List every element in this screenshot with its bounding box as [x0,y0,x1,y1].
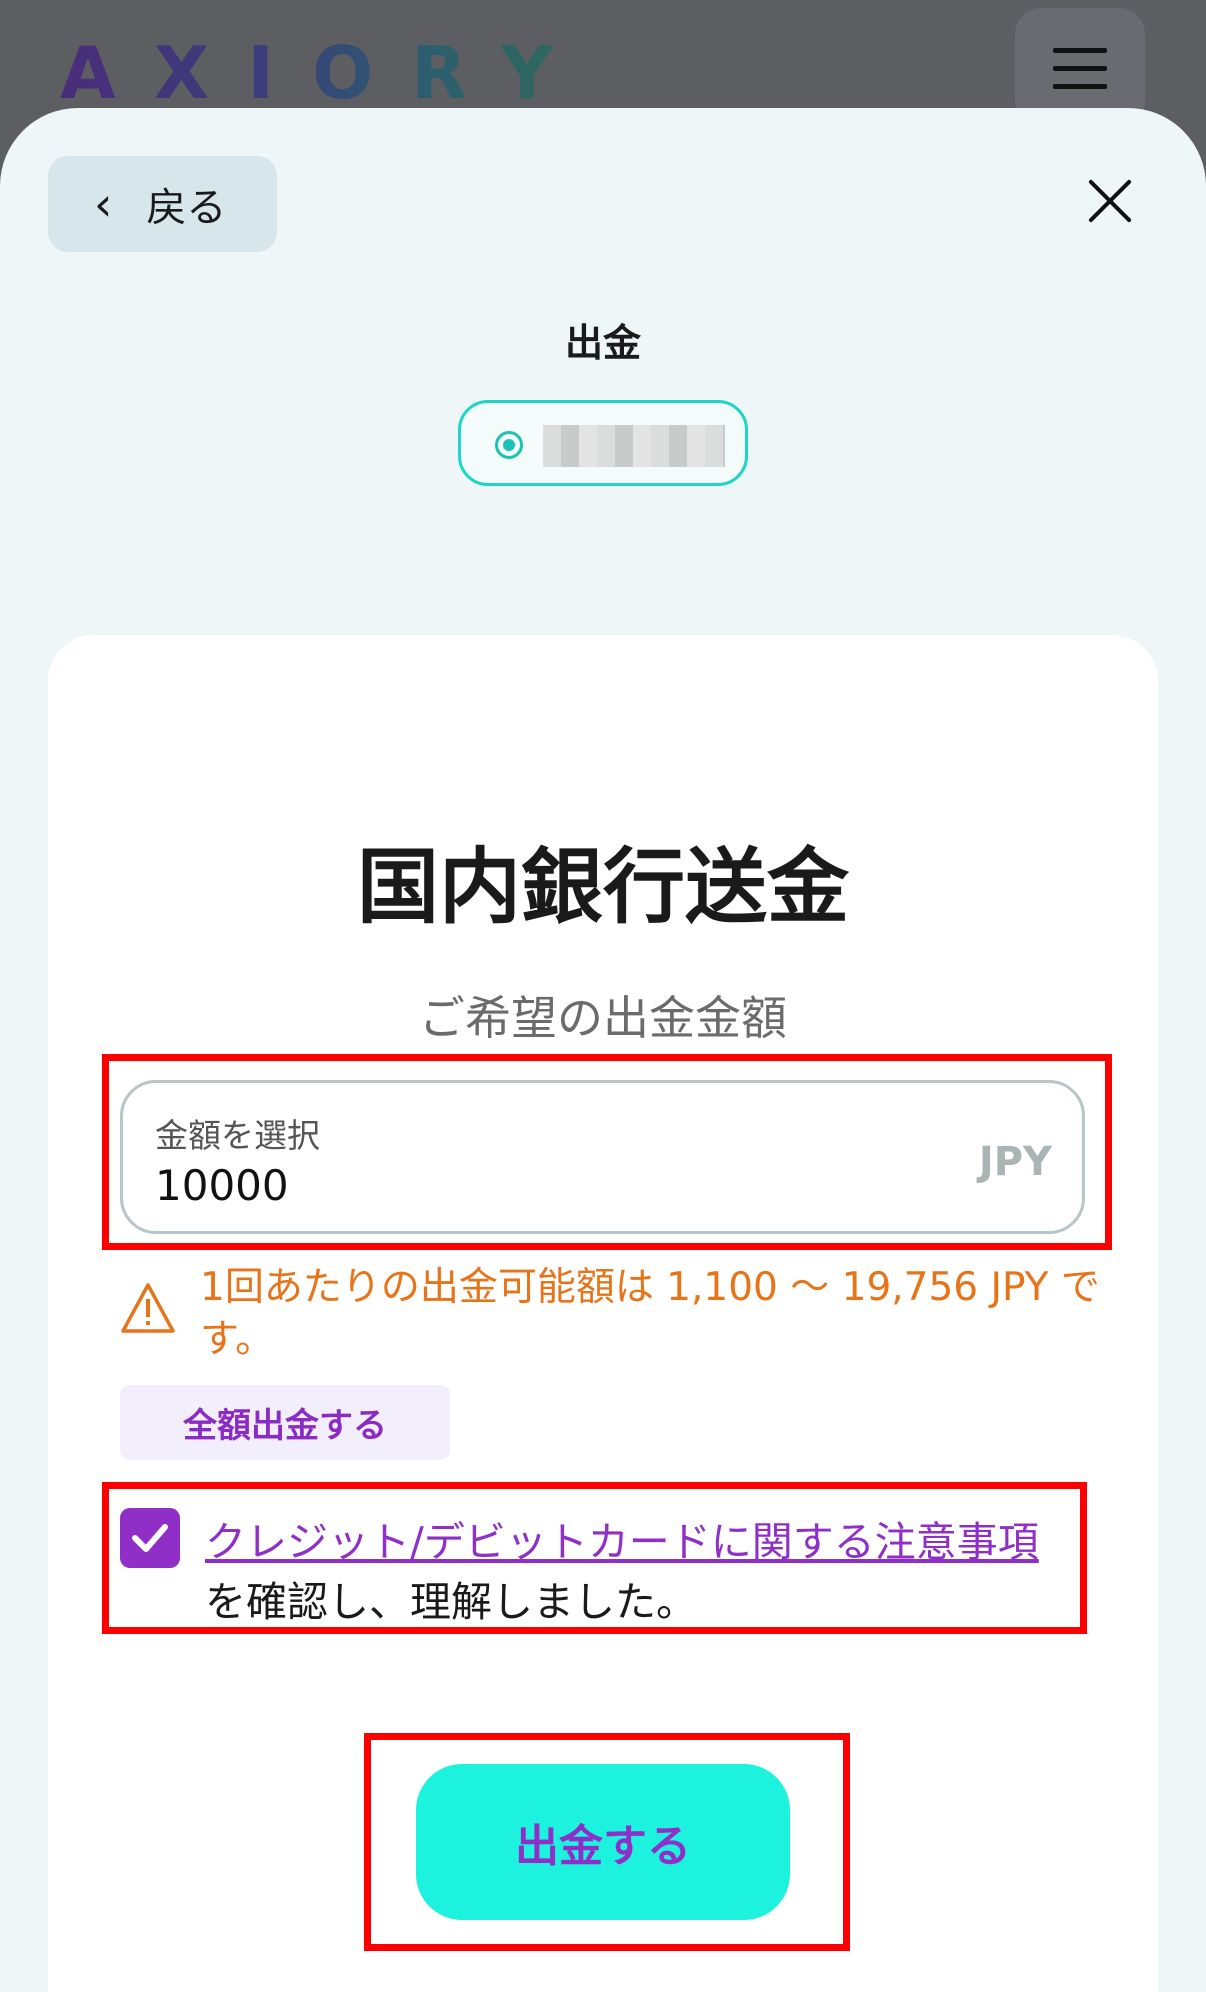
card-notice-link[interactable]: クレジット/デビットカードに関する注意事項 [205,1508,1039,1568]
chevron-left-icon: ‹ [94,177,113,231]
redacted-account-name [543,425,725,467]
back-button-label: 戻る [146,185,227,231]
section-title: 出金 [564,321,641,365]
warning-icon [121,1283,175,1333]
checkmark-icon [132,1524,168,1552]
withdraw-full-amount-button[interactable]: 全額出金する [120,1385,450,1460]
back-button[interactable]: ‹ 戻る [48,156,277,252]
amount-subtitle: ご希望の出金金額 [419,991,787,1045]
payment-method-title: 国内銀行送金 [356,840,849,935]
terms-confirm-text: を確認し、理解しました。 [205,1578,697,1626]
radio-selected-icon [495,431,523,459]
warning-text: 1回あたりの出金可能額は 1,100 〜 19,756 JPY です。 [200,1265,1100,1362]
hamburger-menu-icon [1053,84,1107,89]
account-selector[interactable] [458,400,748,486]
terms-checkbox[interactable] [120,1508,180,1568]
amount-field[interactable]: 金額を選択 JPY [120,1080,1085,1234]
amount-field-label: 金額を選択 [155,1116,320,1155]
amount-input[interactable] [155,1161,855,1210]
axiory-logo[interactable]: AXIORY [60,30,591,116]
hamburger-menu-icon [1053,48,1107,53]
withdraw-submit-button[interactable]: 出金する [416,1764,790,1920]
hamburger-menu-icon [1053,66,1107,71]
currency-label: JPY [978,1139,1052,1185]
close-icon[interactable] [1080,170,1140,230]
